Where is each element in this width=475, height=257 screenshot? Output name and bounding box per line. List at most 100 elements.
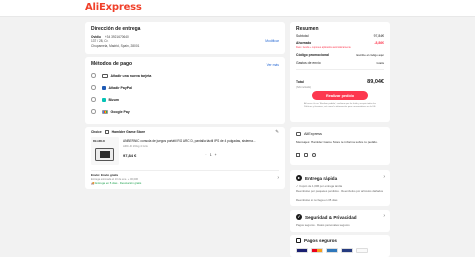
divider <box>91 170 279 171</box>
security-title: Seguridad & Privacidad <box>305 214 357 220</box>
console-screen-image <box>95 148 114 161</box>
subtotal-label: Subtotal <box>296 34 309 38</box>
delivery-title-row: ▸ Entrega rápida <box>296 175 337 181</box>
address-line-3: Chupamela, Madrid, Spain, 28001 <box>91 43 140 48</box>
radio-button[interactable] <box>91 85 96 90</box>
shipping-title: Dirección de entrega <box>91 26 141 32</box>
delivery-line: ✓ Cupón de 1,00€ por entrega tardía <box>296 184 343 188</box>
visa-logo-icon <box>296 248 308 253</box>
quantity-stepper[interactable]: − 1 + <box>205 153 217 157</box>
total-label: Total <box>296 80 304 84</box>
shipping-cost-value: Gratis <box>376 61 384 65</box>
shipping-address-card: Dirección de entrega Ovidiu +34 39216706… <box>85 22 285 54</box>
subtotal-row: Subtotal 97,84€ <box>296 34 384 38</box>
payment-option-label: Añadir PayPal <box>108 85 133 90</box>
quantity-value[interactable]: 1 <box>210 153 212 157</box>
edit-icon[interactable]: ✎ <box>275 129 279 135</box>
amex-logo-icon <box>326 248 338 253</box>
payment-option-label: Bizum <box>108 97 120 102</box>
payments-title: Pagos seguros <box>304 238 337 243</box>
shipping-address: Ovidiu +34 3921670640 137 / 28, Cr. Chup… <box>91 35 139 48</box>
store-name[interactable]: Hamlder Game Store <box>112 130 146 134</box>
decrease-button[interactable]: − <box>205 153 207 157</box>
chevron-right-icon[interactable]: › <box>277 175 279 181</box>
order-summary-card: Resumen Subtotal 97,84€ Ahorrado -8,86€ … <box>290 22 390 122</box>
chat-bubble-icon <box>312 153 316 157</box>
total-row: Total 89,04€ <box>296 79 384 85</box>
legal-notice: Al hacer clic en 'Realizar pedido', conf… <box>303 103 377 108</box>
choice-tag: Choice <box>91 130 102 134</box>
paypal-icon <box>101 85 106 90</box>
discount-value: -8,86€ <box>374 41 384 45</box>
promo-label: Código promocional <box>296 53 329 57</box>
delivery-title: Entrega rápida <box>305 175 338 181</box>
chat-icon <box>296 132 301 136</box>
product-thumbnail[interactable]: RG ARC-D <box>91 137 119 165</box>
brand-title: AliExpress <box>304 132 322 136</box>
payment-option-bizum[interactable]: Bizum <box>91 94 272 105</box>
chevron-right-icon[interactable]: › <box>383 213 385 219</box>
total-sub: (IVA incluido) <box>296 86 312 89</box>
shipping-option[interactable]: Envío: Envío gratis Entrega estimada el … <box>91 173 279 185</box>
store-icon <box>104 130 109 134</box>
payment-option-google-pay[interactable]: Google Pay <box>91 106 272 117</box>
console-screen <box>100 151 110 158</box>
brand-icons <box>296 153 316 157</box>
security-line: Pagos seguros · Datos personales seguros <box>296 223 350 227</box>
discount-label: Ahorrado <box>296 41 312 45</box>
product-title[interactable]: ANBERNIC consola de juegos portátil RG A… <box>123 139 273 143</box>
shipping-option-label: Envío: Envío gratis <box>91 173 119 177</box>
chevron-right-icon[interactable]: › <box>383 174 385 180</box>
brand-text: Mensajes: Hamlder Game Store te informa … <box>296 140 378 144</box>
delivery-line: Reembolso por paquetes perdidos · Reembo… <box>296 189 384 193</box>
payment-option-card[interactable]: Añadir una nueva tarjeta <box>91 70 272 81</box>
lock-icon <box>296 238 301 243</box>
truck-icon: ▸ <box>296 175 302 181</box>
radio-button[interactable] <box>91 73 96 78</box>
see-more-payments-link[interactable]: Ver más <box>267 63 279 67</box>
edit-address-link[interactable]: Modificar <box>265 39 279 43</box>
promo-code-row[interactable]: Código promocional Escribe el código aqu… <box>296 53 384 57</box>
aliexpress-logo[interactable]: AliExpress <box>85 2 142 13</box>
shop-icon <box>296 153 300 157</box>
total-value: 89,04€ <box>367 79 384 85</box>
payment-option-label: Añadir una nueva tarjeta <box>110 73 152 78</box>
delivery-line: Reembolso si no llega en 35 días <box>296 198 338 202</box>
shipping-cost-label: Gastos de envío <box>296 61 321 65</box>
aliexpress-info-card: AliExpress Mensajes: Hamlder Game Store … <box>290 127 390 165</box>
mastercard-logo-icon <box>311 248 323 253</box>
security-title-row: ✓ Seguridad & Privacidad <box>296 214 357 220</box>
discount-row[interactable]: Ahorrado -8,86€ <box>296 41 384 45</box>
paypal-logo-icon <box>341 248 353 253</box>
shipping-cost-row: Gastos de envío Gratis <box>296 61 384 65</box>
message-icon <box>304 153 308 157</box>
payment-title: Métodos de pago <box>91 61 133 67</box>
payment-option-label: Google Pay <box>110 109 130 114</box>
gpay-logo-icon <box>356 248 368 253</box>
subtotal-value: 97,84€ <box>373 34 384 38</box>
divider <box>296 69 384 70</box>
delivery-note: 🚚 Entrega en 5 días · Devolución gratis <box>91 181 279 185</box>
radio-button[interactable] <box>91 109 96 114</box>
discount-sub: Desc. tienda + cupones aplicados automát… <box>296 46 351 49</box>
summary-title: Resumen <box>296 26 319 32</box>
increase-button[interactable]: + <box>215 153 217 157</box>
google-pay-icon <box>101 109 108 114</box>
payment-methods-card: Métodos de pago Ver más Añadir una nueva… <box>85 57 285 124</box>
secure-payments-card: Pagos seguros <box>290 235 390 257</box>
payments-title-row: Pagos seguros <box>296 238 337 243</box>
thumb-label: RG ARC-D <box>93 140 105 143</box>
radio-button[interactable] <box>91 97 96 102</box>
card-icon <box>101 73 108 78</box>
promo-code-input[interactable]: Escribe el código aquí <box>356 53 384 57</box>
place-order-button[interactable]: Realizar pedido <box>312 91 368 100</box>
fast-delivery-card: ▸ Entrega rápida › ✓ Cupón de 1,00€ por … <box>290 170 390 206</box>
product-variant[interactable]: ARC-D 16Gg 4 Gris <box>123 144 148 148</box>
payment-option-paypal[interactable]: Añadir PayPal <box>91 82 272 93</box>
top-bar: AliExpress <box>0 0 475 17</box>
security-privacy-card: ✓ Seguridad & Privacidad › Pagos seguros… <box>290 210 390 232</box>
truck-icon: 🚚 <box>91 181 95 185</box>
bizum-icon <box>101 97 106 102</box>
payment-logos <box>296 248 368 253</box>
store-header: Choice Hamlder Game Store <box>91 130 145 134</box>
